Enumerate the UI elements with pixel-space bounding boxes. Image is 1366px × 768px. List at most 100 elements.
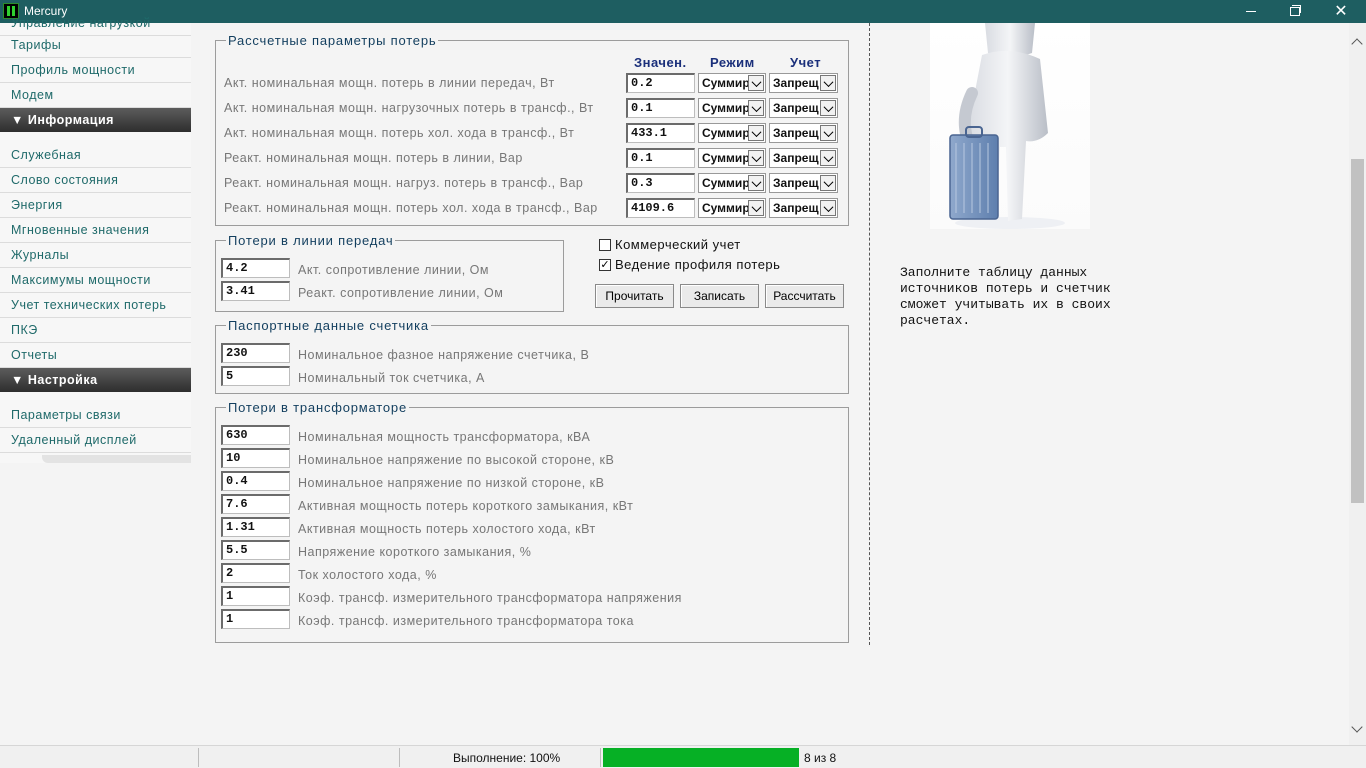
chevron-down-icon	[820, 150, 836, 166]
triangle-down-icon: ▼	[11, 373, 28, 387]
sidebar-header-info-label: Информация	[27, 113, 114, 127]
read-button[interactable]: Прочитать	[595, 284, 674, 308]
account-select[interactable]: Запрещ	[769, 123, 838, 143]
line-active-resistance-field[interactable]: 4.2	[221, 258, 290, 278]
vertical-scrollbar[interactable]	[1349, 23, 1366, 745]
transformer-param-field[interactable]: 2	[221, 563, 290, 583]
transformer-param-label: Номинальное напряжение по высокой сторон…	[298, 453, 615, 467]
transformer-param-field[interactable]: 1	[221, 586, 290, 606]
account-select-value: Запрещ	[773, 176, 819, 190]
chevron-down-icon	[748, 175, 764, 191]
title-bar: Mercury ✕	[0, 0, 1366, 23]
sidebar-item-connection-params[interactable]: Параметры связи	[0, 403, 191, 428]
sidebar-item-journals[interactable]: Журналы	[0, 243, 191, 268]
account-select[interactable]: Запрещ	[769, 148, 838, 168]
transformer-param-label: Коэф. трансф. измерительного трансформат…	[298, 591, 682, 605]
sidebar-item-tariffs[interactable]: Тарифы	[0, 33, 191, 58]
mode-select[interactable]: Суммир	[698, 198, 766, 218]
calc-value-field[interactable]: 433.1	[626, 123, 695, 143]
transformer-param-field[interactable]: 630	[221, 425, 290, 445]
line-active-resistance-label: Акт. сопротивление линии, Ом	[298, 263, 489, 277]
sidebar-item-energy[interactable]: Энергия	[0, 193, 191, 218]
sidebar-item-status-word[interactable]: Слово состояния	[0, 168, 191, 193]
person-with-briefcase-image	[930, 23, 1090, 229]
meter-voltage-field[interactable]: 230	[221, 343, 290, 363]
restore-icon	[1290, 5, 1301, 16]
meter-current-field[interactable]: 5	[221, 366, 290, 386]
profile-checkbox[interactable]: ✓	[599, 259, 611, 271]
calc-params-legend: Рассчетные параметры потерь	[228, 33, 437, 48]
hint-line: расчетах.	[900, 313, 971, 328]
account-select[interactable]: Запрещ	[769, 98, 838, 118]
chevron-down-icon	[820, 200, 836, 216]
status-bar: Выполнение: 100% 8 из 8	[0, 745, 1366, 768]
account-select[interactable]: Запрещ	[769, 198, 838, 218]
sidebar-item-remote-display[interactable]: Удаленный дисплей	[0, 428, 191, 453]
account-select[interactable]: Запрещ	[769, 73, 838, 93]
progress-count: 8 из 8	[804, 751, 837, 765]
calc-value-field[interactable]: 0.1	[626, 98, 695, 118]
restore-button[interactable]	[1272, 0, 1318, 23]
mode-select-value: Суммир	[702, 126, 750, 140]
sidebar-item-instant-values[interactable]: Мгновенные значения	[0, 218, 191, 243]
calc-value-field[interactable]: 0.1	[626, 148, 695, 168]
sidebar-item-reports[interactable]: Отчеты	[0, 343, 191, 368]
account-select[interactable]: Запрещ	[769, 173, 838, 193]
progress-bar	[603, 748, 799, 767]
sidebar-item-pke[interactable]: ПКЭ	[0, 318, 191, 343]
calc-value-field[interactable]: 0.3	[626, 173, 695, 193]
mode-select[interactable]: Суммир	[698, 123, 766, 143]
sidebar-item-modem[interactable]: Модем	[0, 83, 191, 108]
mode-select[interactable]: Суммир	[698, 98, 766, 118]
calc-value-field[interactable]: 4109.6	[626, 198, 695, 218]
calc-row-label: Реакт. номинальная мощн. нагруз. потерь …	[224, 176, 584, 190]
sidebar: Управление нагрузкой Тарифы Профиль мощн…	[0, 16, 191, 463]
chevron-down-icon	[820, 75, 836, 91]
chevron-down-icon	[748, 150, 764, 166]
transformer-param-field[interactable]: 0.4	[221, 471, 290, 491]
hint-text: Заполните таблицу данных источников поте…	[900, 265, 1180, 329]
execution-status: Выполнение: 100%	[453, 751, 561, 765]
transformer-param-label: Активная мощность потерь короткого замык…	[298, 499, 634, 513]
calc-row-label: Акт. номинальная мощн. потерь хол. хода …	[224, 126, 575, 140]
transformer-param-field[interactable]: 1.31	[221, 517, 290, 537]
sidebar-header-settings[interactable]: ▼ Настройка	[0, 368, 191, 392]
scroll-down-icon[interactable]	[1351, 721, 1363, 733]
mode-select[interactable]: Суммир	[698, 73, 766, 93]
scroll-up-icon[interactable]	[1351, 38, 1363, 50]
sidebar-header-info[interactable]: ▼ Информация	[0, 108, 191, 132]
mode-select[interactable]: Суммир	[698, 148, 766, 168]
transformer-param-label: Номинальная мощность трансформатора, кВА	[298, 430, 591, 444]
sidebar-header-settings-label: Настройка	[27, 373, 98, 387]
right-panel: Заполните таблицу данных источников поте…	[870, 23, 1350, 745]
chevron-down-icon	[820, 100, 836, 116]
sidebar-item-service[interactable]: Служебная	[0, 143, 191, 168]
minimize-button[interactable]	[1228, 0, 1274, 23]
transformer-param-field[interactable]: 10	[221, 448, 290, 468]
transformer-param-field[interactable]: 5.5	[221, 540, 290, 560]
calc-value-field[interactable]: 0.2	[626, 73, 695, 93]
transformer-param-label: Напряжение короткого замыкания, %	[298, 545, 532, 559]
chevron-down-icon	[820, 125, 836, 141]
mode-select-value: Суммир	[702, 76, 750, 90]
calc-row-label: Реакт. номинальная мощн. потерь в линии,…	[224, 151, 523, 165]
sidebar-bottom-edge	[42, 455, 191, 463]
mode-select[interactable]: Суммир	[698, 173, 766, 193]
close-button[interactable]: ✕	[1318, 0, 1364, 23]
transformer-param-field[interactable]: 1	[221, 609, 290, 629]
calc-row-label: Акт. номинальная мощн. потерь в линии пе…	[224, 76, 555, 90]
sidebar-item-technical-losses[interactable]: Учет технических потерь	[0, 293, 191, 318]
sidebar-item-power-maximums[interactable]: Максимумы мощности	[0, 268, 191, 293]
write-button[interactable]: Записать	[680, 284, 759, 308]
commercial-checkbox[interactable]	[599, 239, 611, 251]
transformer-param-field[interactable]: 7.6	[221, 494, 290, 514]
hint-line: источников потерь и счетчик	[900, 281, 1111, 296]
sidebar-item-power-profile[interactable]: Профиль мощности	[0, 58, 191, 83]
calculate-button[interactable]: Рассчитать	[765, 284, 844, 308]
transformer-param-label: Активная мощность потерь холостого хода,…	[298, 522, 596, 536]
line-reactive-resistance-field[interactable]: 3.41	[221, 281, 290, 301]
scrollbar-thumb[interactable]	[1351, 159, 1364, 503]
column-header-account: Учет	[790, 55, 822, 70]
close-icon: ✕	[1334, 2, 1348, 20]
account-select-value: Запрещ	[773, 201, 819, 215]
